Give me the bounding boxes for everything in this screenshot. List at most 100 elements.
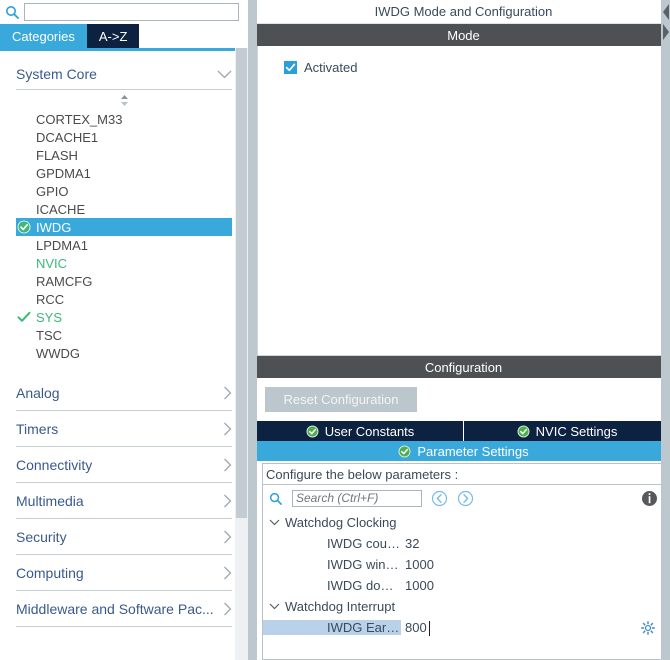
chevron-right-icon <box>223 602 232 616</box>
status-icon-none <box>16 129 32 145</box>
parameter-group-label: Watchdog Interrupt <box>285 599 396 614</box>
peripheral-label: RAMCFG <box>36 273 93 289</box>
list-item[interactable]: DCACHE1 <box>0 128 248 146</box>
peripheral-label: RCC <box>36 291 65 307</box>
info-icon[interactable] <box>641 490 658 507</box>
parameter-value[interactable]: 1000 <box>401 578 434 593</box>
panel-splitter[interactable] <box>248 0 257 660</box>
table-row[interactable]: IWDG window value 1000 <box>263 554 664 575</box>
parameter-group-watchdog-clocking[interactable]: Watchdog Clocking <box>263 512 664 533</box>
tab-a-to-z[interactable]: A->Z <box>86 24 140 48</box>
sidebar-item-analog[interactable]: Analog <box>16 375 232 411</box>
status-icon-none <box>16 273 32 289</box>
tab-categories[interactable]: Categories <box>0 24 87 48</box>
checkbox-checked-icon[interactable] <box>284 61 297 74</box>
table-row-selected[interactable]: IWDG Early Wakeup... 800 <box>263 617 664 638</box>
configuration-section-header: Configuration <box>257 356 670 378</box>
sidebar-scrollbar[interactable] <box>235 48 248 660</box>
list-item[interactable]: RCC <box>0 290 248 308</box>
panel-collapse-arrow[interactable] <box>661 2 670 58</box>
category-label: Security <box>16 528 67 545</box>
parameter-value[interactable]: 1000 <box>401 557 434 572</box>
chevron-right-icon <box>223 458 232 472</box>
peripheral-label: LPDMA1 <box>36 237 89 253</box>
activated-checkbox-row[interactable]: Activated <box>284 60 669 75</box>
parameter-label: IWDG Early Wakeup... <box>263 620 401 635</box>
parameter-label: IWDG down-counter ... <box>327 578 401 593</box>
gear-icon[interactable] <box>641 620 655 635</box>
chevron-right-icon <box>223 494 232 508</box>
tab-nvic-settings[interactable]: NVIC Settings <box>464 421 670 441</box>
category-label: Connectivity <box>16 456 93 473</box>
sidebar-scroll-area: System Core CORTEX_M33 DCACHE1 FLASH GPD… <box>0 51 248 660</box>
check-circle-icon <box>517 425 530 438</box>
category-label: Timers <box>16 420 59 437</box>
list-item[interactable]: TSC <box>0 326 248 344</box>
check-circle-icon <box>16 219 32 235</box>
peripheral-label: DCACHE1 <box>36 129 99 145</box>
tab-parameter-settings[interactable]: Parameter Settings <box>257 441 670 461</box>
sidebar-search-input[interactable] <box>24 2 239 21</box>
sidebar-item-security[interactable]: Security <box>16 519 232 555</box>
config-tabs-row-1: User Constants NVIC Settings <box>257 421 670 441</box>
list-item[interactable]: GPDMA1 <box>0 164 248 182</box>
parameter-group-watchdog-interrupt[interactable]: Watchdog Interrupt <box>263 596 664 617</box>
sidebar-item-computing[interactable]: Computing <box>16 555 232 591</box>
list-item[interactable]: CORTEX_M33 <box>0 110 248 128</box>
activated-label: Activated <box>304 60 358 75</box>
tab-label: User Constants <box>324 423 415 439</box>
tab-user-constants[interactable]: User Constants <box>257 421 464 441</box>
parameter-tree: Watchdog Clocking IWDG counter clock ...… <box>263 511 664 659</box>
list-item[interactable]: ICACHE <box>0 200 248 218</box>
mode-section-header: Mode <box>257 24 670 46</box>
list-item[interactable]: GPIO <box>0 182 248 200</box>
reset-button-wrap: Reset Configuration <box>257 378 670 421</box>
parameter-label: IWDG counter clock ... <box>327 536 401 551</box>
parameter-value-editing[interactable]: 800 <box>401 620 430 636</box>
sidebar-item-connectivity[interactable]: Connectivity <box>16 447 232 483</box>
status-icon-none <box>16 201 32 217</box>
parameter-value[interactable]: 32 <box>401 536 419 551</box>
table-row[interactable]: IWDG down-counter ... 1000 <box>263 575 664 596</box>
group-system-core[interactable]: System Core <box>16 59 232 90</box>
list-scroll-indicator[interactable] <box>0 92 248 108</box>
chevron-down-icon[interactable] <box>268 517 280 529</box>
table-row[interactable]: IWDG counter clock ... 32 <box>263 533 664 554</box>
status-icon-none <box>16 255 32 271</box>
list-item[interactable]: FLASH <box>0 146 248 164</box>
parameters-toolbar <box>263 485 664 511</box>
list-item[interactable]: RAMCFG <box>0 272 248 290</box>
category-label: Multimedia <box>16 492 84 509</box>
list-item[interactable]: WWDG <box>0 344 248 362</box>
sidebar-item-middleware[interactable]: Middleware and Software Pac... <box>16 591 232 627</box>
sidebar-item-multimedia[interactable]: Multimedia <box>16 483 232 519</box>
group-system-core-label: System Core <box>16 66 97 82</box>
chevron-down-icon[interactable] <box>268 601 280 613</box>
peripheral-sidebar: Categories A->Z System Core CORTEX_M33 D… <box>0 0 248 660</box>
parameter-label: IWDG window value <box>327 557 401 572</box>
parameter-search-input[interactable] <box>292 489 422 507</box>
sidebar-scrollbar-thumb[interactable] <box>236 48 247 518</box>
nav-forward-icon[interactable] <box>457 490 474 507</box>
list-item[interactable]: LPDMA1 <box>0 236 248 254</box>
parameter-group-label: Watchdog Clocking <box>285 515 397 530</box>
tab-label: NVIC Settings <box>535 423 618 439</box>
sidebar-item-nvic[interactable]: NVIC <box>0 254 248 272</box>
peripheral-label: NVIC <box>36 255 68 271</box>
category-label: Analog <box>16 384 60 401</box>
status-icon-none <box>16 111 32 127</box>
peripheral-label: FLASH <box>36 147 78 163</box>
search-icon <box>0 0 24 24</box>
search-icon <box>267 486 283 510</box>
sidebar-item-iwdg[interactable]: IWDG <box>16 218 232 236</box>
category-label: Computing <box>16 564 84 581</box>
category-label: Middleware and Software Pac... <box>16 600 214 617</box>
peripheral-label: IWDG <box>36 219 72 235</box>
sidebar-item-timers[interactable]: Timers <box>16 411 232 447</box>
status-icon-none <box>16 147 32 163</box>
reset-configuration-button[interactable]: Reset Configuration <box>265 387 417 412</box>
configuration-body: Reset Configuration User Constants NVIC … <box>257 378 670 660</box>
nav-back-icon[interactable] <box>431 490 448 507</box>
sidebar-item-sys[interactable]: SYS <box>0 308 248 326</box>
mode-section-body: Activated <box>257 46 670 356</box>
